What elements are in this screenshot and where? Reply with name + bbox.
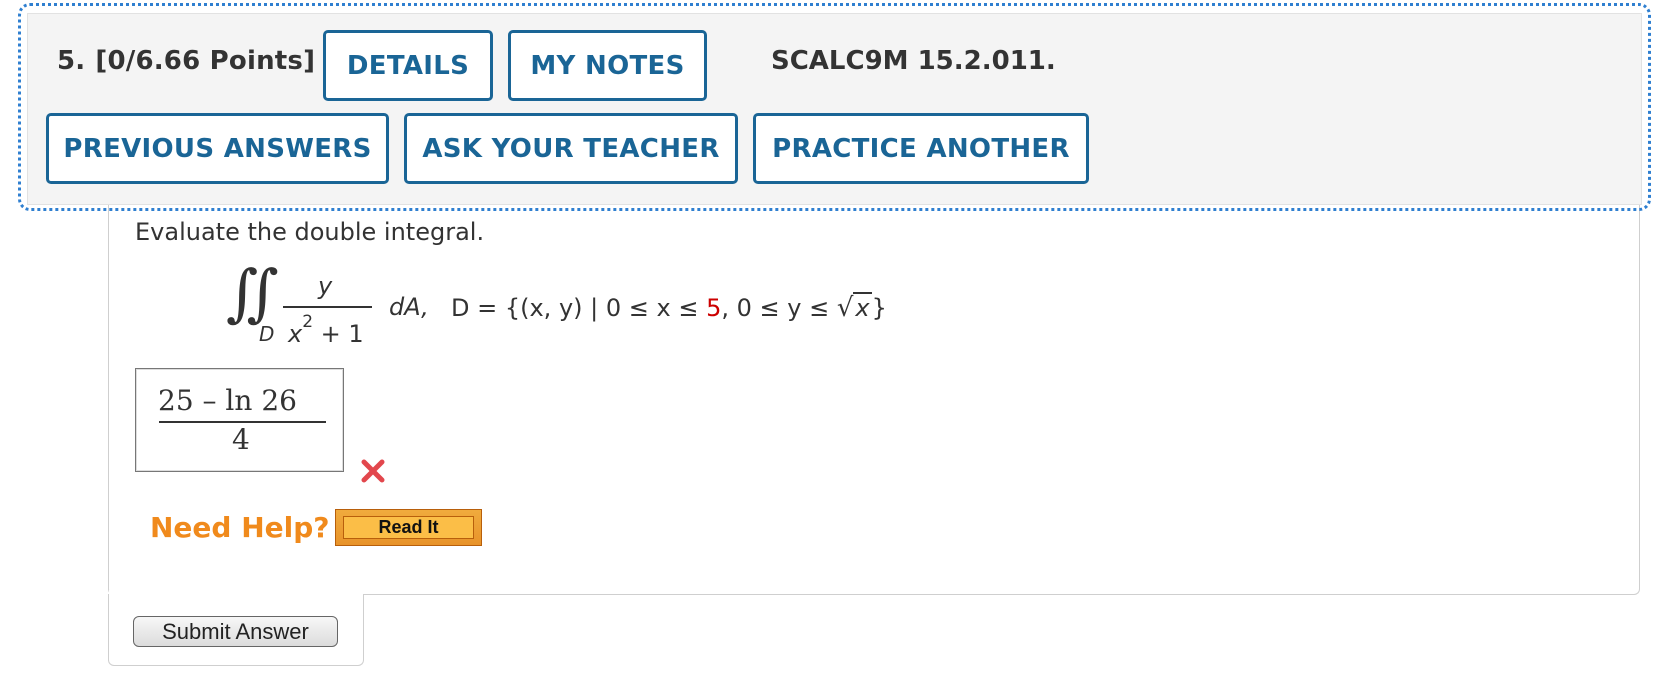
integrand-denominator: x2 + 1: [288, 312, 364, 348]
question-number: 5. [0/6.66 Points]: [57, 46, 315, 76]
previous-answers-button[interactable]: PREVIOUS ANSWERS: [46, 113, 389, 184]
region-definition: D = {(x, y) | 0 ≤ x ≤ 5, 0 ≤ y ≤ √x}: [451, 292, 887, 323]
details-button[interactable]: DETAILS: [323, 30, 493, 101]
highlighted-bound: 5: [706, 294, 722, 322]
problem-prompt: Evaluate the double integral.: [135, 218, 485, 246]
need-help-label: Need Help?: [150, 511, 330, 544]
integral-region: D: [259, 322, 275, 346]
answer-denominator: 4: [232, 423, 250, 456]
fraction-bar: [283, 306, 372, 308]
double-integral-symbol: ∬: [226, 256, 279, 329]
ask-your-teacher-button[interactable]: ASK YOUR TEACHER: [404, 113, 738, 184]
question-points: [0/6.66 Points]: [95, 46, 316, 76]
problem-code: SCALC9M 15.2.011.: [771, 46, 1056, 76]
differential: dA,: [389, 293, 429, 321]
sqrt-icon: √: [836, 293, 854, 323]
answer-numerator: 25 – ln 26: [158, 384, 297, 417]
read-it-button[interactable]: Read It: [335, 509, 482, 546]
submit-answer-button[interactable]: Submit Answer: [133, 616, 338, 647]
practice-another-button[interactable]: PRACTICE ANOTHER: [753, 113, 1089, 184]
integrand-numerator: y: [318, 272, 333, 300]
question-number-label: 5.: [57, 46, 86, 76]
read-it-label: Read It: [343, 516, 474, 539]
incorrect-x-icon: [361, 459, 385, 483]
my-notes-button[interactable]: MY NOTES: [508, 30, 707, 101]
